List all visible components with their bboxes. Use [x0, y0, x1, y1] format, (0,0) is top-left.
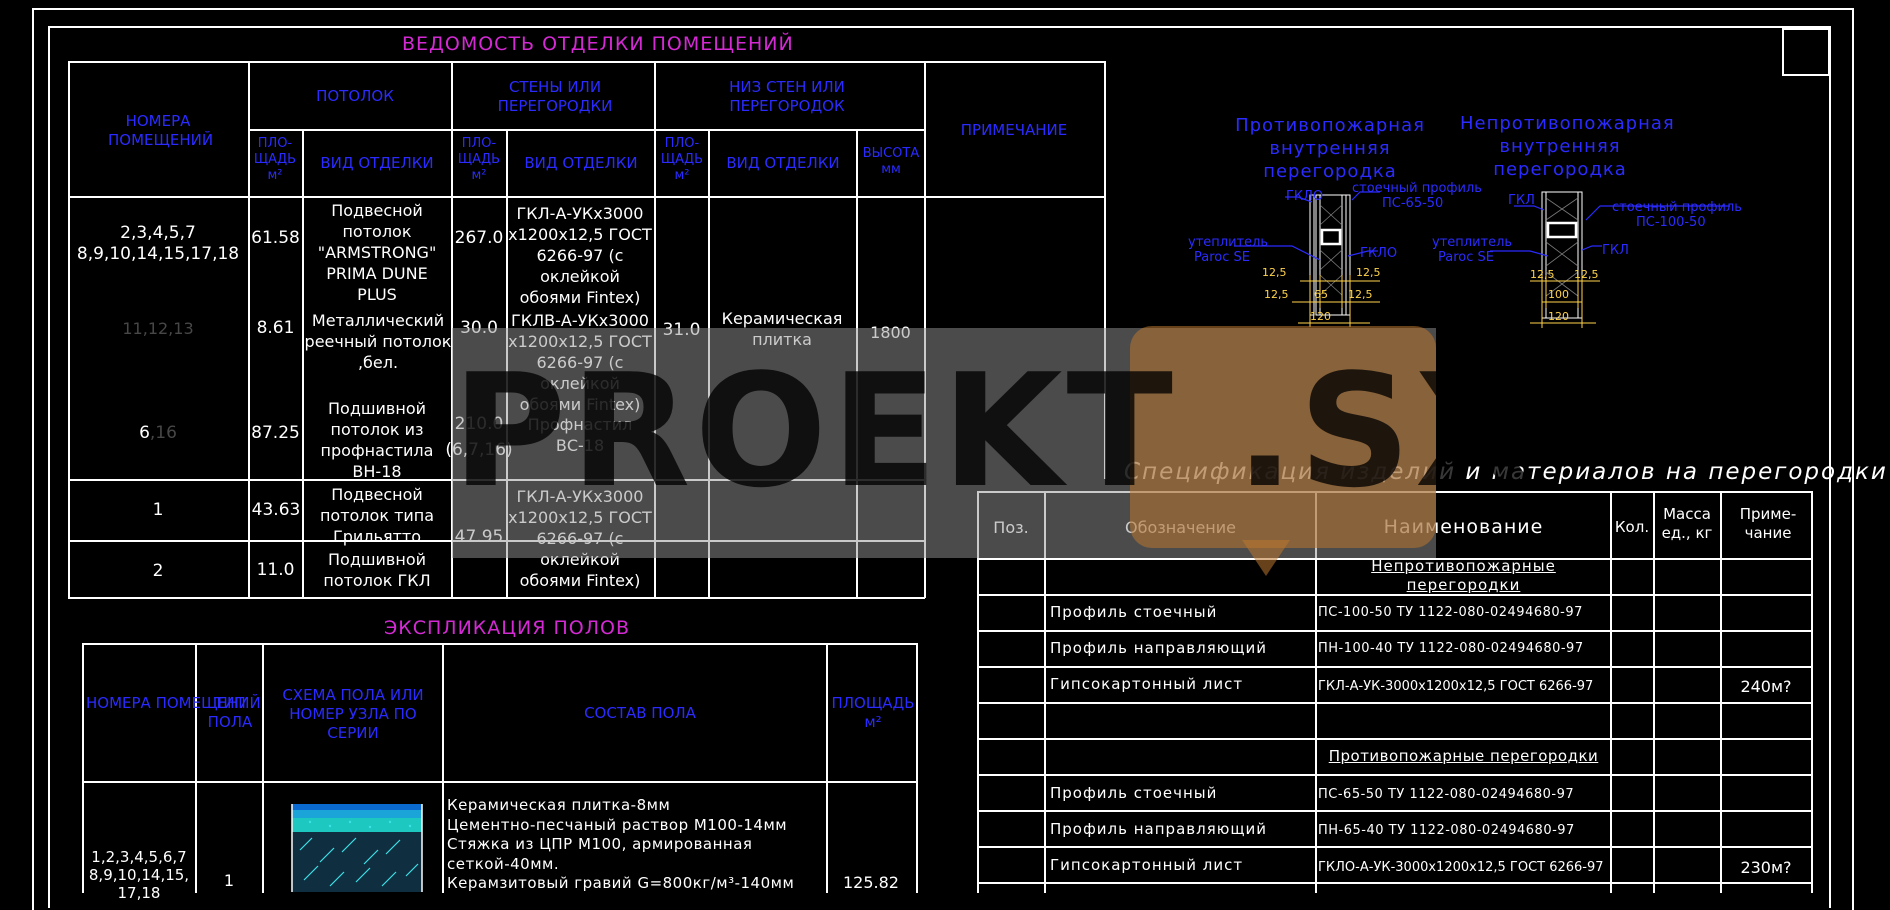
- fire-partition-title: Противопожарная внутренняя перегородка: [1235, 115, 1425, 182]
- header-lower-area: ПЛО- ЩАДЬ м²: [660, 136, 704, 183]
- floor-row-1-composition: Керамическая плитка-8мм Цементно-песчаны…: [447, 796, 795, 892]
- floor-header-rooms: НОМЕРА ПОМЕЩЕНИЙ: [86, 694, 261, 712]
- spec-row-8-name: ПН-65-40 ТУ 1122-080-02494680-97: [1318, 823, 1575, 838]
- finish-row-2-ceiling-area: 8.61: [256, 318, 295, 338]
- header-ceiling: ПОТОЛОК: [316, 87, 394, 105]
- fire-gklo-top: ГКЛО: [1286, 189, 1324, 204]
- fire-insulation: утеплитель: [1188, 235, 1269, 250]
- fire-dim-total: 120: [1310, 310, 1331, 323]
- header-lower-walls: НИЗ СТЕН ИЛИ ПЕРЕГОРОДОК: [729, 78, 845, 115]
- spec-row-9-name: ГКЛО-А-УК-3000х1200х12,5 ГОСТ 6266-97: [1318, 860, 1604, 875]
- finish-row-4-ceiling-area: 43.63: [251, 500, 301, 520]
- spec-row-2-name: ПС-100-50 ТУ 1122-080-02494680-97: [1318, 605, 1583, 620]
- floor-header-area: ПЛОЩАДЬ м²: [831, 694, 915, 731]
- nonfire-stud-label: стоечный профиль: [1612, 200, 1742, 215]
- floor-row-1-rooms: 1,2,3,4,5,6,7 8,9,10,14,15, 17,18: [88, 848, 190, 902]
- floor-header-composition: СОСТАВ ПОЛА: [584, 704, 696, 722]
- finish-row-1-wall-area: 267.0: [454, 228, 504, 248]
- fire-dim-mid: 65: [1314, 288, 1328, 301]
- fire-insulation-brand: Paroc SE: [1194, 250, 1250, 265]
- finish-row-1-ceiling-finish: Подвесной потолок "ARMSTRONG" PRIMA DUNE…: [317, 201, 437, 304]
- finish-row-4-ceiling-finish: Подвесной потолок типа Грильятто: [319, 485, 435, 546]
- floor-scheme-drawing: [291, 804, 423, 892]
- header-wall-finish: ВИД ОТДЕЛКИ: [524, 154, 638, 172]
- finish-row-1-wall-finish: ГКЛ-А-УКх3000 х1200х12,5 ГОСТ 6266-97 (с…: [508, 204, 652, 307]
- nonfire-partition-title: Непротивопожарная внутренняя перегородка: [1460, 113, 1675, 180]
- header-ceiling-finish: ВИД ОТДЕЛКИ: [320, 154, 434, 172]
- spec-header-note: Приме- чание: [1739, 505, 1797, 542]
- nonfire-dim-right: 12,5: [1574, 268, 1599, 281]
- finish-row-1-ceiling-area: 61.58: [251, 228, 300, 248]
- fire-gklo-right: ГКЛО: [1360, 246, 1398, 261]
- nonfire-dim-left: 12,5: [1530, 268, 1555, 281]
- spec-row-3-name: ПН-100-40 ТУ 1122-080-02494680-97: [1318, 641, 1584, 656]
- spec-row-9-designation: Гипсокартонный лист: [1050, 856, 1244, 874]
- spec-section-nonfire: Непротивопожарные перегородки: [1371, 557, 1556, 594]
- finish-row-3-rooms: 6,16: [139, 423, 177, 443]
- finish-row-5-ceiling-area: 11.0: [256, 560, 295, 580]
- nonfire-dim-mid: 100: [1548, 288, 1569, 301]
- nonfire-gkl-right: ГКЛ: [1602, 243, 1629, 258]
- spec-header-mass: Масса ед., кг: [1661, 505, 1713, 542]
- finish-row-3-ceiling-finish: Подшивной потолок из профнастила ВН-18: [320, 399, 434, 481]
- nonfire-insulation-brand: Paroc SE: [1438, 250, 1494, 265]
- nonfire-insulation: утеплитель: [1432, 235, 1513, 250]
- floor-schedule-title: ЭКСПЛИКАЦИЯ ПОЛОВ: [384, 617, 631, 639]
- header-wall-area: ПЛО- ЩАДЬ м²: [457, 136, 501, 183]
- spec-row-7-designation: Профиль стоечный: [1050, 784, 1218, 802]
- header-note: ПРИМЕЧАНИЕ: [960, 121, 1068, 139]
- header-ceiling-area: ПЛО- ЩАДЬ м²: [253, 136, 297, 183]
- finish-row-5-rooms: 2: [152, 561, 164, 581]
- finish-row-3-ceiling-area: 87.25: [251, 423, 300, 443]
- spec-row-3-designation: Профиль направляющий: [1050, 639, 1267, 657]
- spec-row-4-name: ГКЛ-А-УК-3000х1200х12,5 ГОСТ 6266-97: [1318, 679, 1594, 694]
- spec-row-4-note: 240м?: [1740, 677, 1792, 696]
- stamp-corner-box: [1782, 28, 1830, 76]
- finish-row-2-rooms: 11,12,13: [122, 319, 194, 338]
- spec-row-2-designation: Профиль стоечный: [1050, 603, 1218, 621]
- finish-row-1-rooms: 2,3,4,5,7 8,9,10,14,15,17,18: [76, 223, 240, 264]
- fire-dim-left-b: 12,5: [1264, 288, 1289, 301]
- floor-row-1-type: 1: [223, 871, 235, 890]
- finish-row-2-ceiling-finish: Металлический реечный потолок ,бел.: [304, 311, 452, 372]
- nonfire-stud-code: ПС-100-50: [1636, 215, 1706, 230]
- spec-header-qty: Кол.: [1614, 518, 1650, 536]
- header-lower-height: ВЫСОТА мм: [862, 146, 920, 177]
- watermark-text: PROEKT .SX: [452, 340, 1540, 522]
- nonfire-gkl-top: ГКЛ: [1508, 193, 1535, 208]
- spec-row-8-designation: Профиль направляющий: [1050, 820, 1267, 838]
- header-lower-finish: ВИД ОТДЕЛКИ: [726, 154, 840, 172]
- fire-dim-right-a: 12,5: [1356, 266, 1381, 279]
- floor-header-scheme: СХЕМА ПОЛА ИЛИ НОМЕР УЗЛА ПО СЕРИИ: [282, 686, 424, 742]
- nonfire-dim-total: 120: [1548, 310, 1569, 323]
- watermark-badge-tail: [1242, 540, 1290, 576]
- finish-row-5-ceiling-finish: Подшивной потолок ГКЛ: [323, 550, 431, 590]
- floor-header-type: ТИП ПОЛА: [207, 694, 253, 731]
- finish-schedule-title: ВЕДОМОСТЬ ОТДЕЛКИ ПОМЕЩЕНИЙ: [402, 33, 794, 55]
- spec-row-9-note: 230м?: [1740, 858, 1792, 877]
- floor-row-1-area: 125.82: [843, 873, 899, 892]
- spec-row-4-designation: Гипсокартонный лист: [1050, 675, 1244, 693]
- finish-row-4-rooms: 1: [152, 500, 164, 520]
- header-rooms: НОМЕРА ПОМЕЩЕНИЙ: [108, 112, 214, 149]
- header-walls: СТЕНЫ ИЛИ ПЕРЕГОРОДКИ: [497, 78, 613, 115]
- fire-dim-left-a: 12,5: [1262, 266, 1287, 279]
- spec-row-7-name: ПС-65-50 ТУ 1122-080-02494680-97: [1318, 787, 1575, 802]
- spec-section-fire: Противопожарные перегородки: [1328, 747, 1599, 765]
- fire-dim-right-b: 12,5: [1348, 288, 1373, 301]
